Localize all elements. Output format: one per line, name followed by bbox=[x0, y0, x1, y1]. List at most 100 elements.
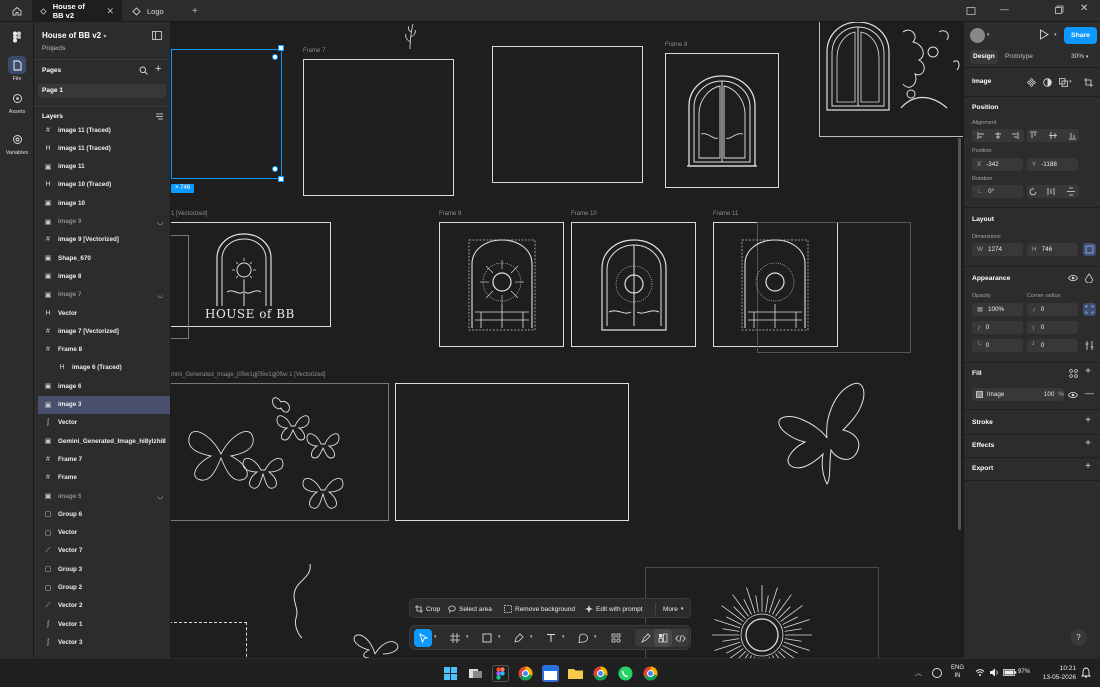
remove-fill-button[interactable]: — bbox=[1085, 388, 1094, 398]
tab-house-of-bb[interactable]: House of BB v2 ✕ bbox=[32, 0, 122, 22]
align-vertical-icons[interactable] bbox=[1027, 129, 1079, 142]
empty-frame[interactable] bbox=[395, 383, 629, 521]
x-position-field[interactable]: X -342 bbox=[972, 158, 1023, 171]
layer-row[interactable]: H Vector bbox=[38, 304, 170, 322]
top-left-radius-field[interactable]: ╭ 0 bbox=[972, 321, 1023, 334]
task-view-button[interactable] bbox=[467, 665, 484, 682]
panel-toggle-icon[interactable] bbox=[152, 31, 162, 40]
top-right-radius-field[interactable]: ╮ 0 bbox=[1027, 321, 1078, 334]
new-tab-button[interactable]: + bbox=[184, 0, 206, 22]
layer-row[interactable]: ⟋ Vector 7 bbox=[38, 542, 170, 560]
layer-row[interactable]: # image 9 [Vectorized] bbox=[38, 231, 170, 249]
tab-prototype[interactable]: Prototype bbox=[1005, 50, 1033, 64]
chevron-down-icon[interactable]: ▾ bbox=[530, 634, 533, 640]
close-window-button[interactable]: ✕ bbox=[1080, 3, 1088, 14]
layer-row[interactable]: ▣ Shape_670 bbox=[38, 249, 170, 267]
present-button[interactable] bbox=[1039, 29, 1049, 40]
share-button[interactable]: Share bbox=[1064, 27, 1097, 44]
frame-tool[interactable] bbox=[446, 629, 464, 647]
maximize-button[interactable] bbox=[1054, 5, 1064, 15]
text-tool[interactable] bbox=[542, 629, 560, 647]
dev-mode[interactable] bbox=[671, 629, 689, 647]
boolean-icon[interactable] bbox=[1059, 78, 1068, 87]
add-effect-button[interactable]: + bbox=[1085, 438, 1091, 449]
edit-with-prompt-button[interactable]: Edit with prompt bbox=[585, 599, 643, 619]
rotate-flip-icons[interactable] bbox=[1027, 185, 1079, 198]
width-field[interactable]: W 1274 bbox=[972, 243, 1023, 256]
fill-styles-icon[interactable] bbox=[1069, 369, 1078, 378]
rotation-field[interactable]: ∟ 0° bbox=[972, 185, 1023, 198]
tray-app-icon[interactable] bbox=[932, 668, 942, 678]
search-pages-icon[interactable] bbox=[139, 66, 148, 75]
whatsapp-taskbar-app[interactable] bbox=[617, 665, 634, 682]
fill-row[interactable]: Image 100 % bbox=[972, 388, 1064, 401]
chevron-down-icon[interactable]: ▾ bbox=[434, 634, 437, 640]
rail-file[interactable]: File bbox=[0, 56, 34, 82]
height-field[interactable]: H 746 bbox=[1027, 243, 1078, 256]
battery-icon[interactable] bbox=[1003, 668, 1017, 677]
chevron-down-icon[interactable]: ▾ bbox=[987, 32, 990, 38]
dashed-frame[interactable] bbox=[171, 622, 247, 658]
layer-row[interactable]: Himage 11 (Traced) bbox=[38, 139, 170, 157]
add-stroke-button[interactable]: + bbox=[1085, 415, 1091, 426]
corner-smoothing-icon[interactable] bbox=[1085, 341, 1094, 350]
corner-radius-field[interactable]: ╭ 0 bbox=[1027, 303, 1078, 316]
layer-row[interactable]: ▣ image 7 ◡ bbox=[38, 286, 170, 304]
volume-icon[interactable] bbox=[989, 668, 999, 677]
clock[interactable]: 10:21 13-05-2026 bbox=[1040, 664, 1076, 682]
layer-row[interactable]: ʃ Vector 1 bbox=[38, 615, 170, 633]
zoom-level[interactable]: 30% ▾ bbox=[1071, 50, 1088, 64]
y-position-field[interactable]: Y -1188 bbox=[1027, 158, 1078, 171]
chevron-up-icon[interactable]: ︿ bbox=[915, 668, 922, 678]
bottom-left-radius-field[interactable]: ╰ 0 bbox=[972, 339, 1023, 352]
chevron-down-icon[interactable]: ▾ bbox=[562, 634, 565, 640]
page-item-1[interactable]: Page 1 bbox=[38, 84, 166, 98]
file-explorer-taskbar-app[interactable] bbox=[567, 665, 584, 682]
vertical-scrollbar[interactable] bbox=[958, 138, 961, 530]
layer-row[interactable]: ▣ image 5 ◡ bbox=[38, 487, 170, 505]
tab-logo[interactable]: Logo bbox=[124, 0, 180, 22]
layer-row[interactable]: ▢ Group 3 bbox=[38, 560, 170, 578]
pen-tool[interactable] bbox=[510, 629, 528, 647]
chrome-taskbar-app[interactable] bbox=[517, 665, 534, 682]
layer-row[interactable]: ▣ Gemini_Generated_Image_hi8ylzhi8yl bbox=[38, 432, 170, 450]
blend-mode-icon[interactable] bbox=[1085, 273, 1093, 283]
fill-opacity[interactable]: 100 bbox=[1037, 391, 1055, 398]
component-icon[interactable] bbox=[1027, 78, 1036, 87]
projects-link[interactable]: Projects bbox=[42, 45, 65, 52]
layer-row[interactable]: ▣ image 10 bbox=[38, 194, 170, 212]
chrome-taskbar-app[interactable] bbox=[642, 665, 659, 682]
select-area-button[interactable]: Select area bbox=[448, 599, 492, 619]
layer-row[interactable]: # Frame bbox=[38, 469, 170, 487]
sidebar-toggle-icon[interactable] bbox=[966, 6, 976, 16]
layers-options-icon[interactable] bbox=[155, 112, 164, 121]
chevron-down-icon[interactable]: ▾ bbox=[466, 634, 469, 640]
frame-7[interactable] bbox=[303, 59, 454, 196]
chevron-down-icon[interactable]: ▾ bbox=[1069, 79, 1072, 85]
layer-row[interactable]: ▢ Group 2 bbox=[38, 579, 170, 597]
chevron-down-icon[interactable]: ▾ bbox=[1054, 32, 1057, 38]
rail-assets[interactable]: Assets bbox=[0, 89, 34, 115]
home-button[interactable] bbox=[4, 0, 30, 22]
constrain-proportions-toggle[interactable] bbox=[1083, 243, 1096, 256]
rail-variables[interactable]: Variables bbox=[0, 130, 34, 156]
start-button[interactable] bbox=[442, 665, 459, 682]
minimize-button[interactable]: — bbox=[1000, 4, 1009, 14]
calendar-taskbar-app[interactable] bbox=[542, 665, 559, 682]
layer-row[interactable]: ʃ Vector 3 bbox=[38, 633, 170, 651]
layer-row[interactable]: ▣ image 11 bbox=[38, 158, 170, 176]
language-indicator[interactable]: ENG IN bbox=[951, 664, 964, 680]
crop-button[interactable]: Crop bbox=[415, 599, 440, 619]
eye-icon[interactable] bbox=[1068, 274, 1078, 282]
draw-mode[interactable] bbox=[637, 629, 655, 647]
independent-corners-toggle[interactable] bbox=[1083, 303, 1096, 316]
corner-radius-handle[interactable] bbox=[272, 166, 278, 172]
more-button[interactable]: More ▾ bbox=[663, 599, 683, 619]
close-tab-icon[interactable]: ✕ bbox=[106, 6, 114, 17]
add-export-button[interactable]: + bbox=[1085, 461, 1091, 472]
comment-tool[interactable] bbox=[574, 629, 592, 647]
mask-icon[interactable] bbox=[1043, 78, 1052, 87]
layer-row[interactable]: ▣ image 6 bbox=[38, 377, 170, 395]
corner-radius-handle[interactable] bbox=[272, 54, 278, 60]
figma-taskbar-app[interactable] bbox=[492, 665, 509, 682]
